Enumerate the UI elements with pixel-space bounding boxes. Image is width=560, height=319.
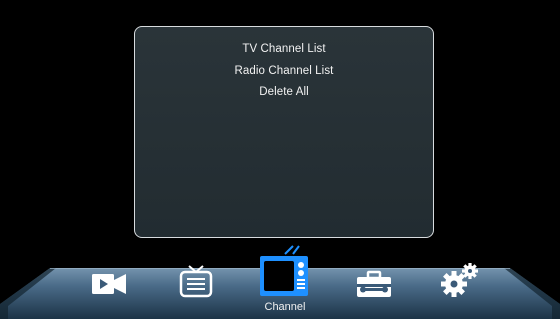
channel-tv-icon [260,245,308,296]
menu-item-tv-channel-list[interactable]: TV Channel List [135,39,433,61]
program-guide-tv-icon [179,265,213,298]
menu-item-delete-all[interactable]: Delete All [135,82,433,104]
nav-media[interactable] [91,271,127,297]
toolbox-icon [357,270,391,297]
nav-channel[interactable] [255,244,313,300]
nav-program-guide[interactable] [176,264,216,300]
nav-system-settings[interactable] [440,262,480,298]
menu-item-radio-channel-list[interactable]: Radio Channel List [135,61,433,83]
media-camera-icon [92,274,126,294]
channel-menu-panel: TV Channel List Radio Channel List Delet… [134,26,434,238]
nav-tools[interactable] [354,269,394,299]
gears-icon [441,263,478,297]
screen: TV Channel List Radio Channel List Delet… [0,0,560,319]
channel-menu-list: TV Channel List Radio Channel List Delet… [135,39,433,104]
active-nav-label: Channel [264,301,306,313]
